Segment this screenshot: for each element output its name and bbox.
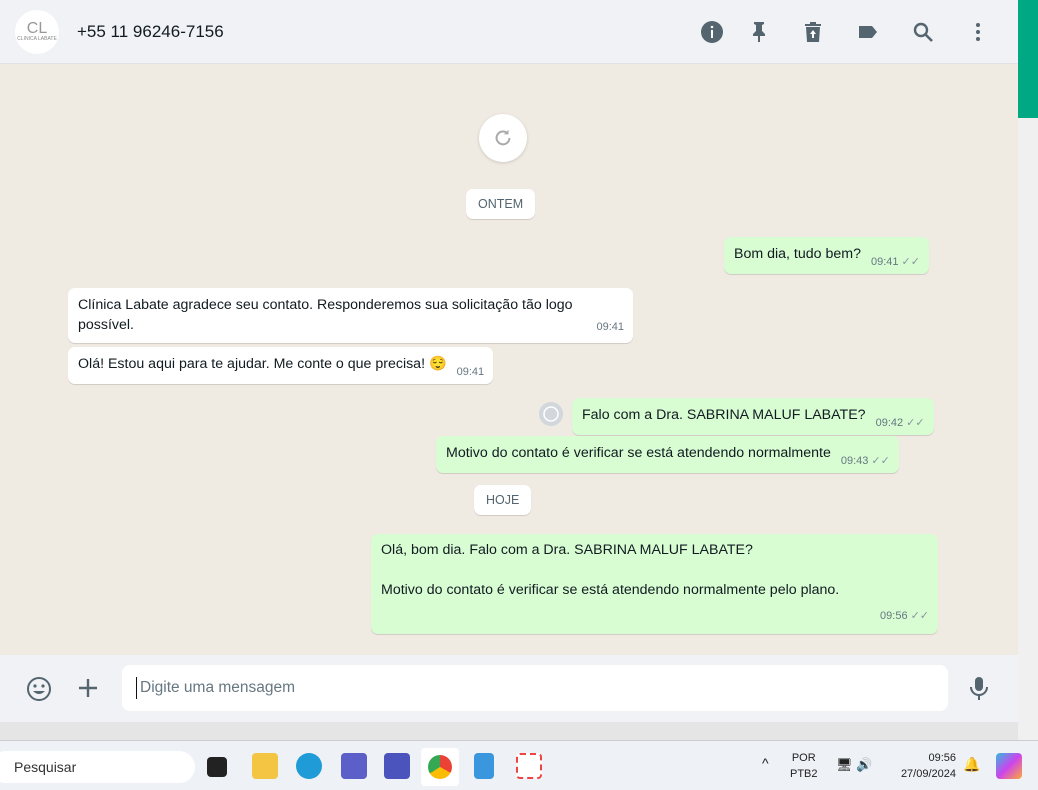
pin-icon[interactable] xyxy=(747,20,771,44)
teams-work-icon[interactable] xyxy=(384,753,410,779)
label-icon[interactable] xyxy=(856,20,880,44)
network-volume-icon[interactable]: 🖥 🔊 xyxy=(836,757,872,773)
task-view-icon[interactable] xyxy=(207,757,227,777)
message-outgoing[interactable]: Falo com a Dra. SABRINA MALUF LABATE? 09:… xyxy=(572,398,934,435)
date-separator: HOJE xyxy=(474,485,532,515)
snipping-tool-icon[interactable] xyxy=(516,753,542,779)
contact-name[interactable]: +55 11 96246-7156 xyxy=(77,22,224,42)
double-check-icon: ✓✓ xyxy=(901,256,920,268)
load-older-button[interactable] xyxy=(479,114,527,162)
double-check-icon: ✓✓ xyxy=(910,610,929,622)
message-outgoing[interactable]: Motivo do contato é verificar se está at… xyxy=(436,436,899,473)
message-incoming[interactable]: Clínica Labate agradece seu contato. Res… xyxy=(68,288,633,343)
window-bottom xyxy=(0,722,1018,740)
teams-icon[interactable] xyxy=(341,753,367,779)
language-indicator[interactable]: POR PTB2 xyxy=(790,750,818,782)
clock[interactable]: 09:56 27/09/2024 xyxy=(892,750,956,782)
tray-chevron-icon[interactable]: ^ xyxy=(762,755,769,771)
search-icon[interactable] xyxy=(911,20,935,44)
message-incoming[interactable]: Olá! Estou aqui para te ajudar. Me conte… xyxy=(68,347,494,384)
double-check-icon: ✓✓ xyxy=(871,455,890,467)
file-explorer-icon[interactable] xyxy=(252,753,278,779)
reaction-emoji-icon[interactable] xyxy=(538,401,564,427)
notification-bell-icon[interactable]: 🔔 xyxy=(963,756,980,772)
copilot-icon[interactable] xyxy=(996,753,1022,779)
more-icon[interactable] xyxy=(966,20,990,44)
emoji-icon[interactable] xyxy=(26,676,52,702)
chrome-button[interactable] xyxy=(421,748,459,786)
double-check-icon: ✓✓ xyxy=(906,417,925,429)
taskbar: Pesquisar ^ POR PTB2 🖥 🔊 09:56 27/09/2024 … xyxy=(0,740,1038,790)
refresh-icon xyxy=(495,129,511,146)
message-input[interactable]: Digite uma mensagem xyxy=(122,665,948,711)
attach-plus-icon[interactable] xyxy=(76,676,100,700)
delete-icon[interactable] xyxy=(801,20,825,44)
chrome-icon xyxy=(428,755,452,779)
scrollbar-thumb[interactable] xyxy=(1018,0,1038,118)
taskbar-search[interactable]: Pesquisar xyxy=(0,751,195,783)
message-list: ONTEM Bom dia, tudo bem? 09:41 ✓✓ Clínica … xyxy=(0,65,1018,655)
chat-header: CL CLINICA LABATE +55 11 96246-7156 xyxy=(0,0,1018,64)
avatar[interactable]: CL CLINICA LABATE xyxy=(15,10,59,54)
edge-icon[interactable] xyxy=(296,753,322,779)
message-outgoing[interactable]: Olá, bom dia. Falo com a Dra. SABRINA MA… xyxy=(371,534,938,634)
notepad-icon[interactable] xyxy=(474,753,494,779)
message-outgoing[interactable]: Bom dia, tudo bem? 09:41 ✓✓ xyxy=(724,237,929,274)
composer: Digite uma mensagem xyxy=(0,655,1018,722)
info-icon[interactable] xyxy=(700,20,724,44)
date-separator: ONTEM xyxy=(466,189,536,219)
microphone-icon[interactable] xyxy=(967,675,991,701)
